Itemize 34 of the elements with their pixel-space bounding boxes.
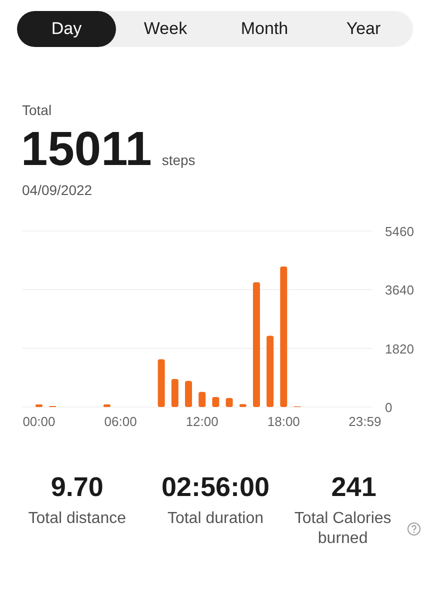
period-tab[interactable]: Day	[17, 11, 116, 47]
axis-label: 06:00	[104, 414, 137, 428]
step-bar	[198, 392, 206, 407]
step-count: 15011	[21, 122, 152, 178]
step-bar	[212, 397, 220, 407]
axis-label: 0	[385, 400, 392, 415]
date-label: 04/09/2022	[22, 182, 94, 198]
axis-label: 1820	[385, 341, 414, 356]
axis-label: 18:00	[267, 414, 300, 428]
period-tab[interactable]: Year	[314, 11, 413, 47]
total-label: Total	[22, 102, 53, 118]
stat-value: 02:56:00	[161, 472, 270, 503]
step-bar	[226, 398, 233, 407]
step-bar	[266, 336, 274, 407]
axis-label: 12:00	[186, 414, 218, 428]
axis-label: 00:00	[22, 414, 56, 428]
step-bar	[171, 378, 178, 407]
help-icon[interactable]	[406, 522, 421, 536]
step-bar	[185, 380, 192, 407]
period-tab[interactable]: Week	[116, 11, 215, 47]
step-bar	[239, 404, 246, 407]
step-bar	[103, 404, 110, 407]
stat-label: Total Calories burned	[293, 509, 392, 549]
period-tab[interactable]: Month	[215, 11, 314, 47]
stat-label: Total distance	[28, 509, 126, 529]
unit-label: steps	[162, 152, 196, 168]
axis-label: 5460	[385, 224, 414, 239]
stat-value: 9.70	[50, 472, 104, 503]
stat-label: Total duration	[167, 509, 264, 529]
axis-label: 3640	[385, 282, 414, 298]
step-bar	[36, 404, 42, 407]
stat-value: 241	[331, 472, 376, 503]
axis-label: 23:59	[348, 414, 382, 428]
step-bar	[158, 359, 165, 407]
